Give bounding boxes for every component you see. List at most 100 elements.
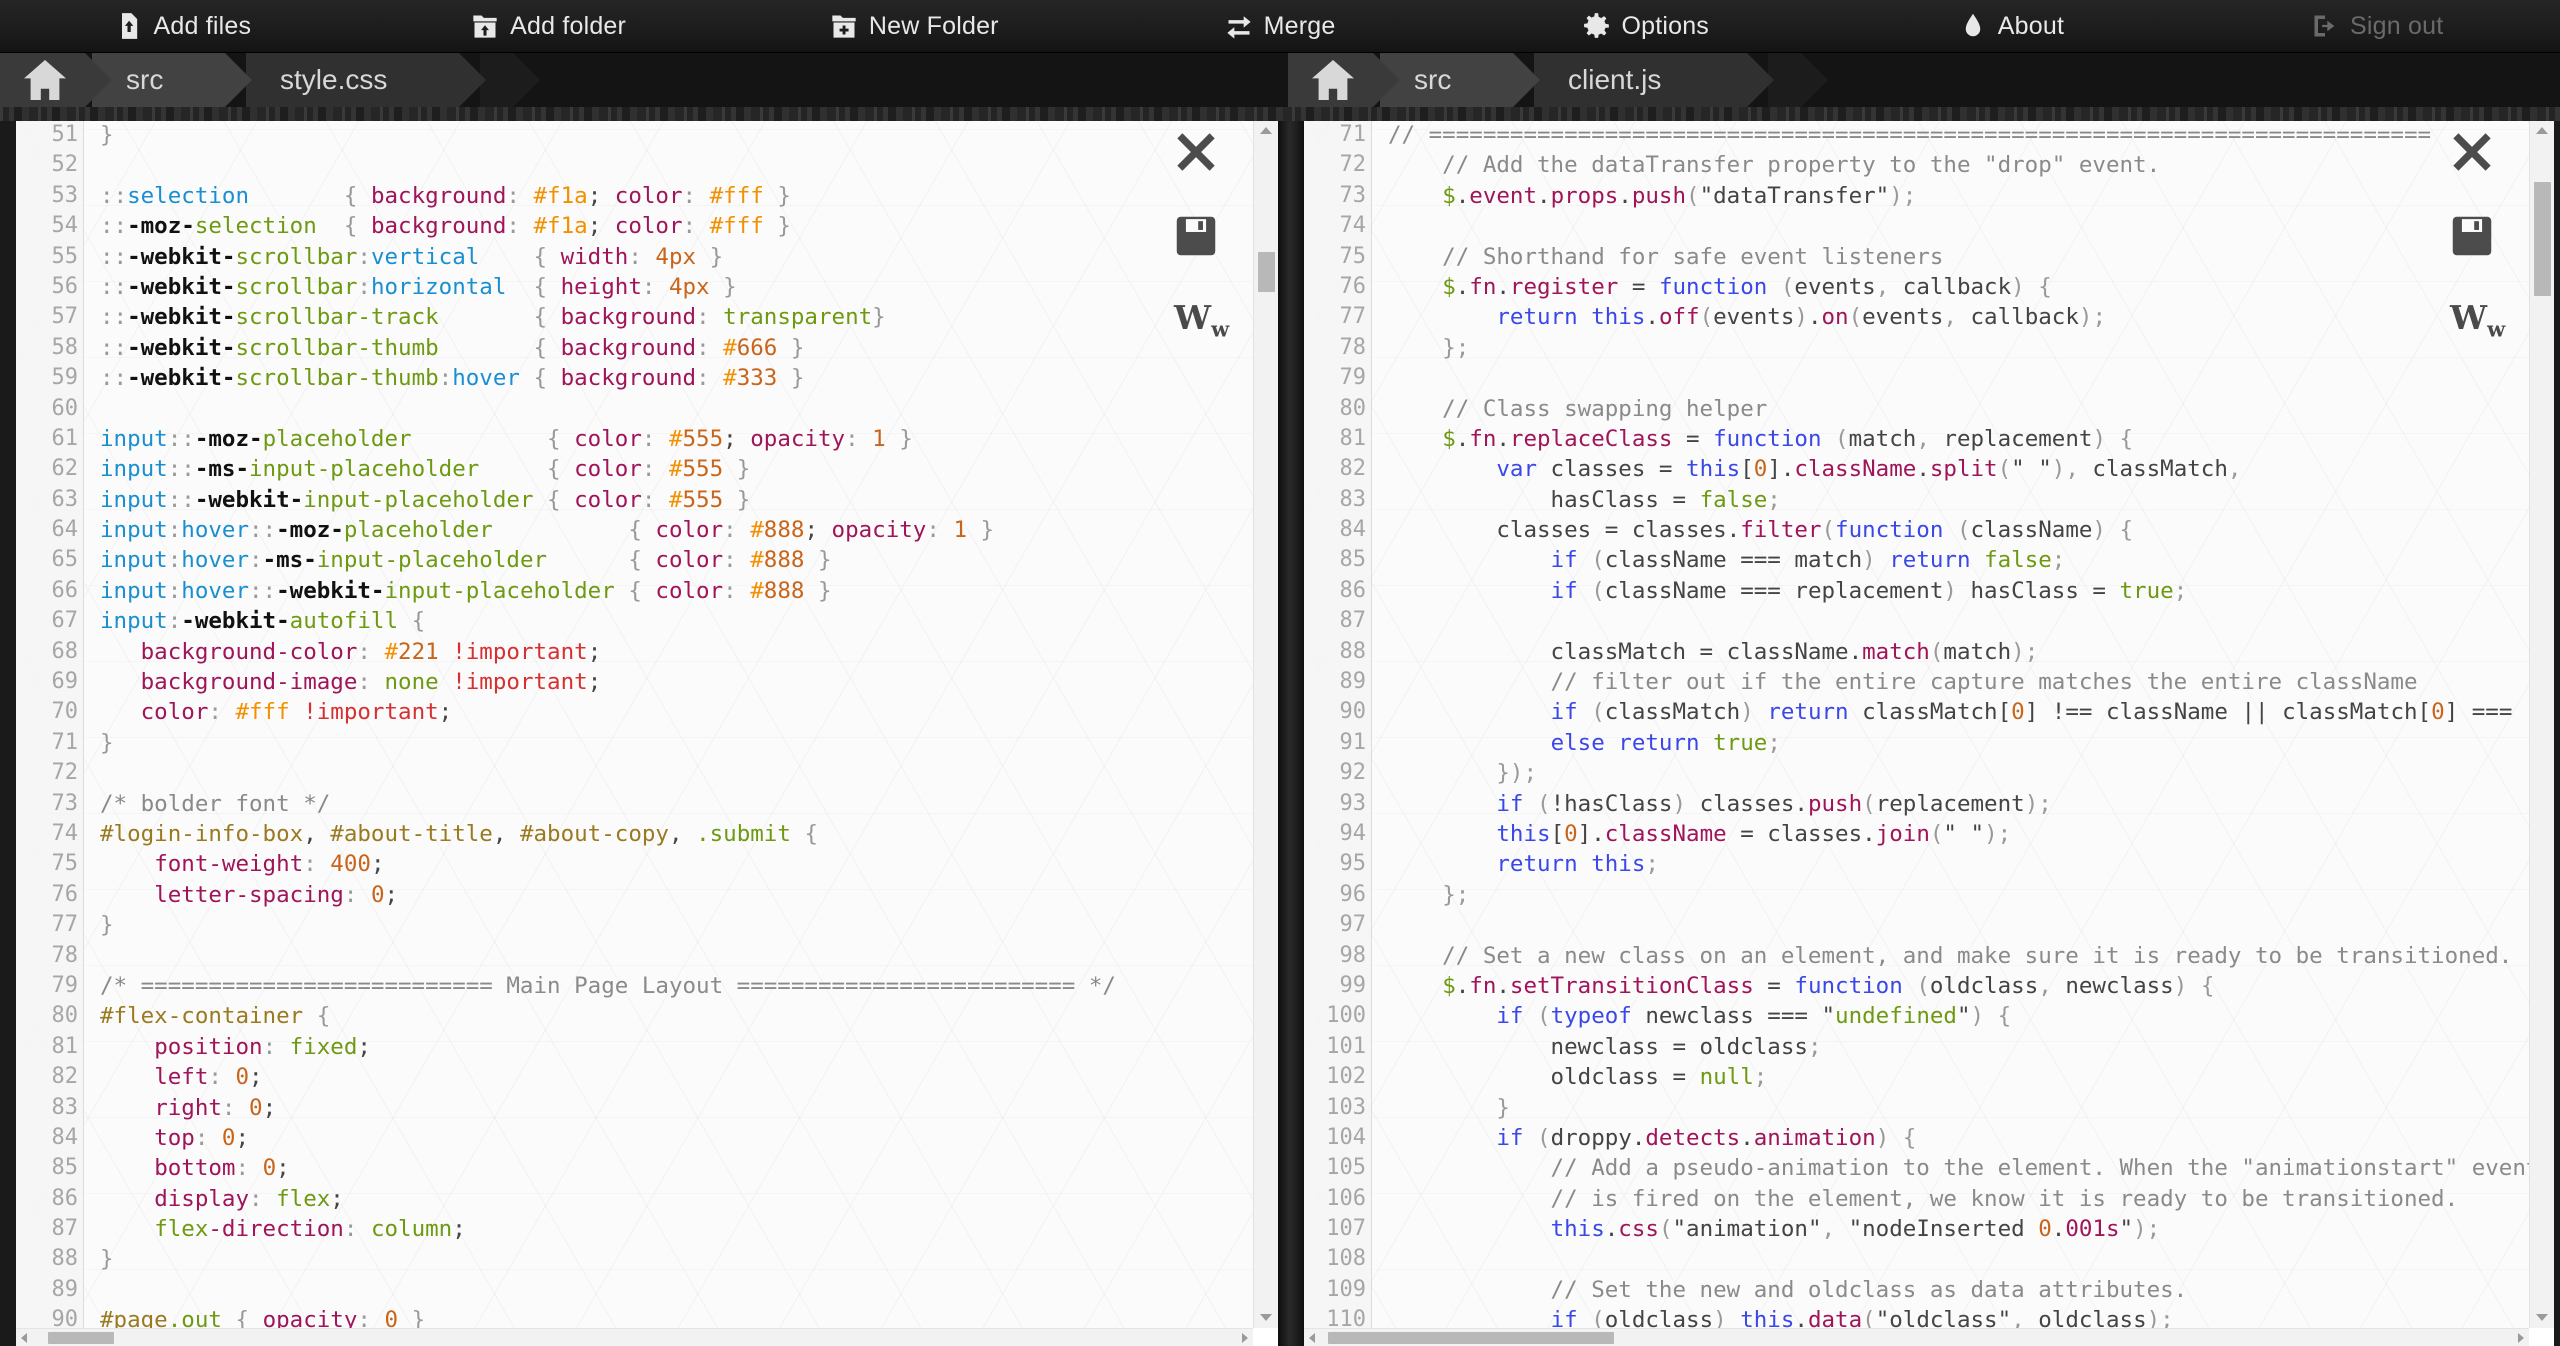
toolbar-button-new-folder[interactable]: New Folder (731, 0, 1097, 53)
line-number: 87 (1339, 608, 1367, 634)
code-line-text: ::-webkit-scrollbar:horizontal { height:… (100, 273, 737, 300)
close-icon[interactable] (1174, 130, 1218, 174)
file-upload-icon (115, 11, 143, 41)
code-line: 95 return this; (1304, 849, 2554, 879)
vertical-scroll-thumb[interactable] (1258, 252, 1275, 292)
scroll-down-arrow-icon[interactable] (1260, 1314, 1272, 1321)
breadcrumb-item-left-0[interactable]: src (92, 53, 252, 107)
pane-divider (1278, 120, 1304, 1346)
code-line-text: flex-direction: column; (154, 1216, 466, 1243)
line-number: 106 (1326, 1185, 1366, 1211)
toolbar-button-sign-out[interactable]: Sign out (2194, 0, 2560, 53)
code-line-text: input::-moz-placeholder { color: #555; o… (100, 425, 913, 452)
toolbar-button-about[interactable]: About (1829, 0, 2195, 53)
code-line: 85 bottom: 0; (16, 1153, 1278, 1183)
breadcrumb-item-right-0[interactable]: src (1380, 53, 1540, 107)
vertical-scroll-thumb[interactable] (2534, 182, 2551, 297)
code-line: 87 flex-direction: column; (16, 1214, 1278, 1244)
code-line: 75 // Shorthand for safe event listeners (1304, 242, 2554, 272)
toolbar-button-merge[interactable]: Merge (1097, 0, 1463, 53)
horizontal-scroll-thumb[interactable] (48, 1332, 114, 1344)
scroll-right-arrow-icon[interactable] (1242, 1332, 1248, 1343)
code-line-text: this[0].className = classes.join(" "); (1496, 820, 2012, 847)
code-line: 72 (16, 758, 1278, 788)
scroll-up-arrow-icon[interactable] (1260, 127, 1272, 134)
breadcrumb-row: src style.css src client.js (0, 53, 2560, 107)
code-line-text: classMatch = className.match(match); (1388, 638, 2039, 665)
code-line: 80 // Class swapping helper (1304, 394, 2554, 424)
word-wrap-icon[interactable]: Ww (1174, 298, 1229, 342)
line-number: 58 (51, 334, 79, 360)
floppy-disk-icon[interactable] (1174, 214, 1218, 258)
code-line-text: #login-info-box, #about-title, #about-co… (100, 820, 818, 847)
line-number: 76 (51, 881, 79, 907)
scroll-left-arrow-icon[interactable] (21, 1332, 27, 1343)
breadcrumb-item-right-1[interactable]: client.js (1534, 53, 1774, 107)
toolbar-button-options[interactable]: Options (1463, 0, 1829, 53)
code-line: 88 classMatch = className.match(match); (1304, 637, 2554, 667)
line-number: 61 (51, 425, 79, 451)
breadcrumb-label: style.css (280, 64, 388, 95)
scroll-left-arrow-icon[interactable] (1309, 1332, 1315, 1343)
code-line-text: position: fixed; (154, 1033, 371, 1060)
horizontal-scrollbar[interactable] (16, 1328, 1253, 1346)
code-line-text: $.fn.replaceClass = function (match, rep… (1442, 425, 2134, 452)
code-line: 103 } (1304, 1093, 2554, 1123)
line-number: 55 (51, 243, 79, 269)
code-line: 65 input:hover:-ms-input-placeholder { co… (16, 545, 1278, 575)
line-number: 89 (1339, 669, 1367, 695)
code-line: 89 // filter out if the entire capture m… (1304, 667, 2554, 697)
line-number: 84 (51, 1124, 79, 1150)
line-number: 72 (51, 760, 79, 786)
line-number: 59 (51, 365, 79, 391)
code-line-text: // Shorthand for safe event listeners (1388, 243, 1944, 270)
line-number: 107 (1326, 1216, 1366, 1242)
line-number: 99 (1339, 972, 1367, 998)
horizontal-scroll-thumb[interactable] (1328, 1332, 1614, 1344)
code-content[interactable]: 71 // ===================================… (1304, 120, 2554, 1346)
line-number: 70 (51, 699, 79, 725)
code-line: 53::selection { background: #f1a; color:… (16, 181, 1278, 211)
vertical-scrollbar[interactable] (1253, 120, 1278, 1328)
line-number: 56 (51, 273, 79, 299)
toolbar-button-add-files[interactable]: Add files (0, 0, 366, 53)
vertical-scrollbar[interactable] (2529, 120, 2554, 1328)
code-line-text: return this; (1496, 851, 1659, 878)
code-editor-client-js[interactable]: 71 // ===================================… (1304, 120, 2554, 1346)
code-line-text: hasClass = false; (1388, 486, 1781, 513)
code-content[interactable]: 51} 52 53::selection { background: #f1a; c… (16, 120, 1278, 1346)
code-line-text: background-image: none !important; (140, 669, 602, 696)
code-line: 76 letter-spacing: 0; (16, 880, 1278, 910)
breadcrumb-home-left[interactable] (0, 53, 112, 107)
line-number: 102 (1326, 1064, 1366, 1090)
line-number: 75 (51, 851, 79, 877)
line-number: 72 (1339, 152, 1367, 178)
close-icon[interactable] (2450, 130, 2494, 174)
code-line: 93 if (!hasClass) classes.push(replaceme… (1304, 789, 2554, 819)
scroll-up-arrow-icon[interactable] (2536, 127, 2548, 134)
horizontal-scrollbar[interactable] (1304, 1328, 2529, 1346)
breadcrumb-home-right[interactable] (1288, 53, 1400, 107)
merge-arrows-icon (1225, 11, 1253, 41)
code-line: 78 (16, 941, 1278, 971)
toolbar-button-label: Add folder (510, 11, 627, 40)
code-line: 87 (1304, 606, 2554, 636)
code-line-text: ::-webkit-scrollbar:vertical { width: 4p… (100, 243, 724, 270)
code-line: 54::-moz-selection { background: #f1a; c… (16, 211, 1278, 241)
code-line-text: // Add the dataTransfer property to the … (1388, 152, 2161, 179)
code-line: 90 if (classMatch) return classMatch[0] … (1304, 697, 2555, 727)
breadcrumb-item-left-1[interactable]: style.css (246, 53, 486, 107)
toolbar-button-label: Sign out (2350, 11, 2444, 40)
scroll-right-arrow-icon[interactable] (2518, 1332, 2524, 1343)
line-number: 84 (1339, 517, 1367, 543)
line-number: 54 (51, 213, 79, 239)
scroll-down-arrow-icon[interactable] (2536, 1314, 2548, 1321)
toolbar-button-label: New Folder (868, 11, 999, 40)
toolbar-button-add-folder[interactable]: Add folder (366, 0, 732, 53)
word-wrap-icon[interactable]: Ww (2450, 298, 2505, 342)
code-editor-style-css[interactable]: 51} 52 53::selection { background: #f1a; c… (16, 120, 1278, 1346)
floppy-disk-icon[interactable] (2450, 214, 2494, 258)
breadcrumb-left: src style.css (0, 53, 1288, 107)
code-line: 73 $.event.props.push("dataTransfer"); (1304, 181, 2554, 211)
editor-pane-client-js: 71 // ===================================… (1304, 120, 2554, 1346)
